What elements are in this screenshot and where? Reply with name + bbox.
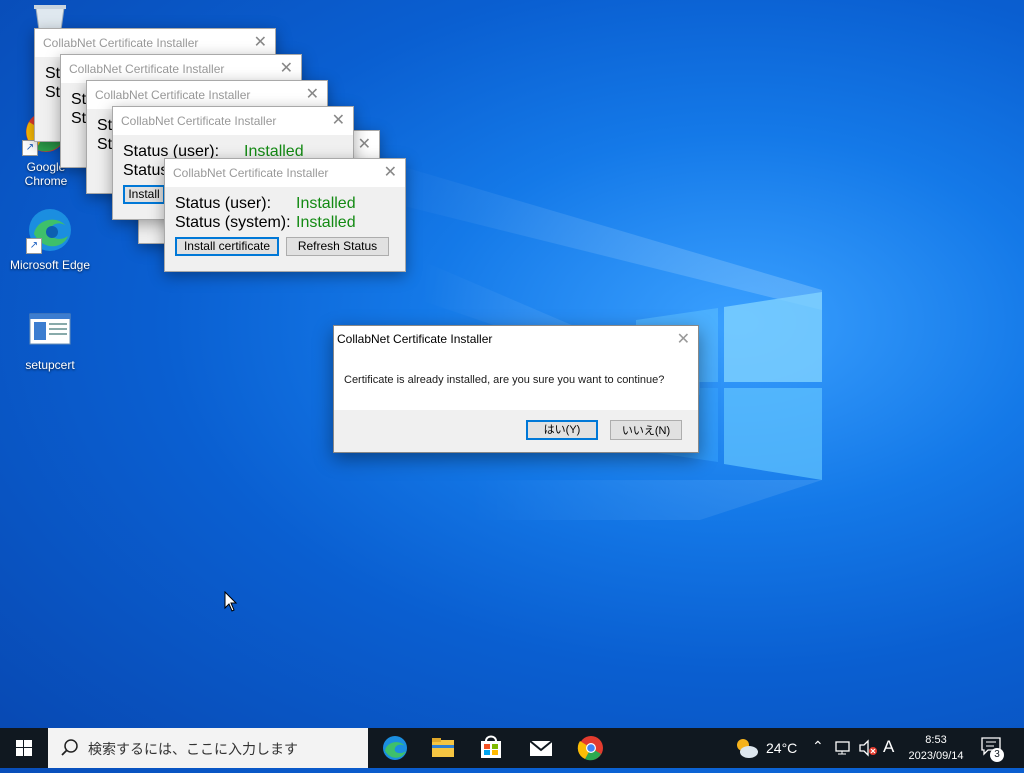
close-icon[interactable]: ✕ xyxy=(677,329,690,349)
status-system-label: Status (system): xyxy=(175,214,291,231)
start-button[interactable] xyxy=(0,728,48,768)
taskbar-app-chrome[interactable] xyxy=(567,728,615,768)
mail-icon xyxy=(529,740,553,756)
weather-temperature[interactable]: 24°C xyxy=(766,740,797,756)
recycle-bin-icon xyxy=(34,5,66,31)
file-explorer-icon xyxy=(432,738,454,757)
install-certificate-button[interactable]: Install certificate xyxy=(175,237,279,256)
edge-icon xyxy=(383,736,407,760)
install-certificate-button[interactable]: Install xyxy=(123,185,165,204)
desktop-icon-label: setupcert xyxy=(25,358,75,372)
desktop-icon-microsoft-edge[interactable]: ↗ Microsoft Edge xyxy=(8,206,92,272)
taskbar-app-store[interactable] xyxy=(467,728,515,768)
taskbar-app-file-explorer[interactable] xyxy=(419,728,467,768)
network-icon[interactable] xyxy=(834,740,852,756)
title-bar[interactable]: CollabNet Certificate Installer ✕ xyxy=(61,55,301,83)
taskbar-app-mail[interactable] xyxy=(517,728,565,768)
window-title: CollabNet Certificate Installer xyxy=(121,114,277,128)
status-system-value: Installed xyxy=(296,214,356,231)
no-button[interactable]: いいえ(N) xyxy=(610,420,682,440)
search-placeholder: 検索するには、ここに入力します xyxy=(88,741,298,757)
refresh-status-button[interactable]: Refresh Status xyxy=(286,237,389,256)
status-system-row: Status (system): Installed xyxy=(175,214,405,233)
close-icon[interactable]: ✕ xyxy=(280,58,293,78)
title-bar[interactable]: CollabNet Certificate Installer ✕ xyxy=(113,107,353,135)
window-title: CollabNet Certificate Installer xyxy=(43,36,199,50)
clock-time: 8:53 xyxy=(925,734,947,746)
ime-mode-indicator[interactable]: A xyxy=(883,737,894,757)
yes-button[interactable]: はい(Y) xyxy=(526,420,598,440)
window-title: CollabNet Certificate Installer xyxy=(173,166,329,180)
dialog-title-bar[interactable]: CollabNet Certificate Installer ✕ xyxy=(334,326,698,352)
close-icon[interactable]: ✕ xyxy=(254,32,267,52)
show-hidden-icons-chevron-icon[interactable]: ⌃ xyxy=(812,738,824,755)
mouse-cursor-icon xyxy=(224,591,238,612)
store-icon xyxy=(481,735,501,758)
close-icon[interactable]: ✕ xyxy=(332,110,345,130)
volume-muted-icon[interactable] xyxy=(858,739,878,757)
notification-count-badge: 3 xyxy=(990,748,1004,762)
dialog-button-bar: はい(Y) いいえ(N) xyxy=(334,410,698,452)
close-icon[interactable]: ✕ xyxy=(358,134,371,154)
desktop-icon-setupcert[interactable]: setupcert xyxy=(8,306,92,372)
installer-window-front[interactable]: CollabNet Certificate Installer ✕ Status… xyxy=(164,158,406,272)
window-title: CollabNet Certificate Installer xyxy=(95,88,251,102)
confirm-dialog[interactable]: CollabNet Certificate Installer ✕ Certif… xyxy=(333,325,699,453)
dialog-message: Certificate is already installed, are yo… xyxy=(344,374,665,386)
taskbar-search-box[interactable]: 検索するには、ここに入力します xyxy=(48,728,368,768)
taskbar: 検索するには、ここに入力します 24°C ⌃ A 8:53 2023/09/14… xyxy=(0,728,1024,768)
title-bar[interactable]: CollabNet Certificate Installer ✕ xyxy=(87,81,327,109)
shortcut-arrow-icon: ↗ xyxy=(22,140,38,156)
weather-partly-cloudy-icon[interactable] xyxy=(732,735,760,761)
dialog-title: CollabNet Certificate Installer xyxy=(337,332,493,346)
chrome-icon xyxy=(577,736,603,761)
close-icon[interactable]: ✕ xyxy=(306,84,319,104)
taskbar-app-edge[interactable] xyxy=(371,728,419,768)
clock-date: 2023/09/14 xyxy=(908,750,964,762)
windows-start-icon xyxy=(16,740,32,756)
window-title: CollabNet Certificate Installer xyxy=(69,62,225,76)
status-user-label: Status (user): xyxy=(175,195,272,212)
taskbar-clock[interactable]: 8:53 2023/09/14 xyxy=(898,732,974,764)
title-bar[interactable]: CollabNet Certificate Installer ✕ xyxy=(165,159,405,187)
status-user-value: Installed xyxy=(296,195,356,212)
close-icon[interactable]: ✕ xyxy=(384,162,397,182)
status-user-row: Status (user): Installed xyxy=(175,195,405,214)
application-window-icon xyxy=(29,313,71,345)
shortcut-arrow-icon: ↗ xyxy=(26,238,42,254)
notification-center-button[interactable]: 3 xyxy=(980,736,1006,762)
desktop-icon-label: Microsoft Edge xyxy=(9,258,91,272)
title-bar[interactable]: CollabNet Certificate Installer ✕ xyxy=(35,29,275,57)
search-icon xyxy=(61,739,78,756)
